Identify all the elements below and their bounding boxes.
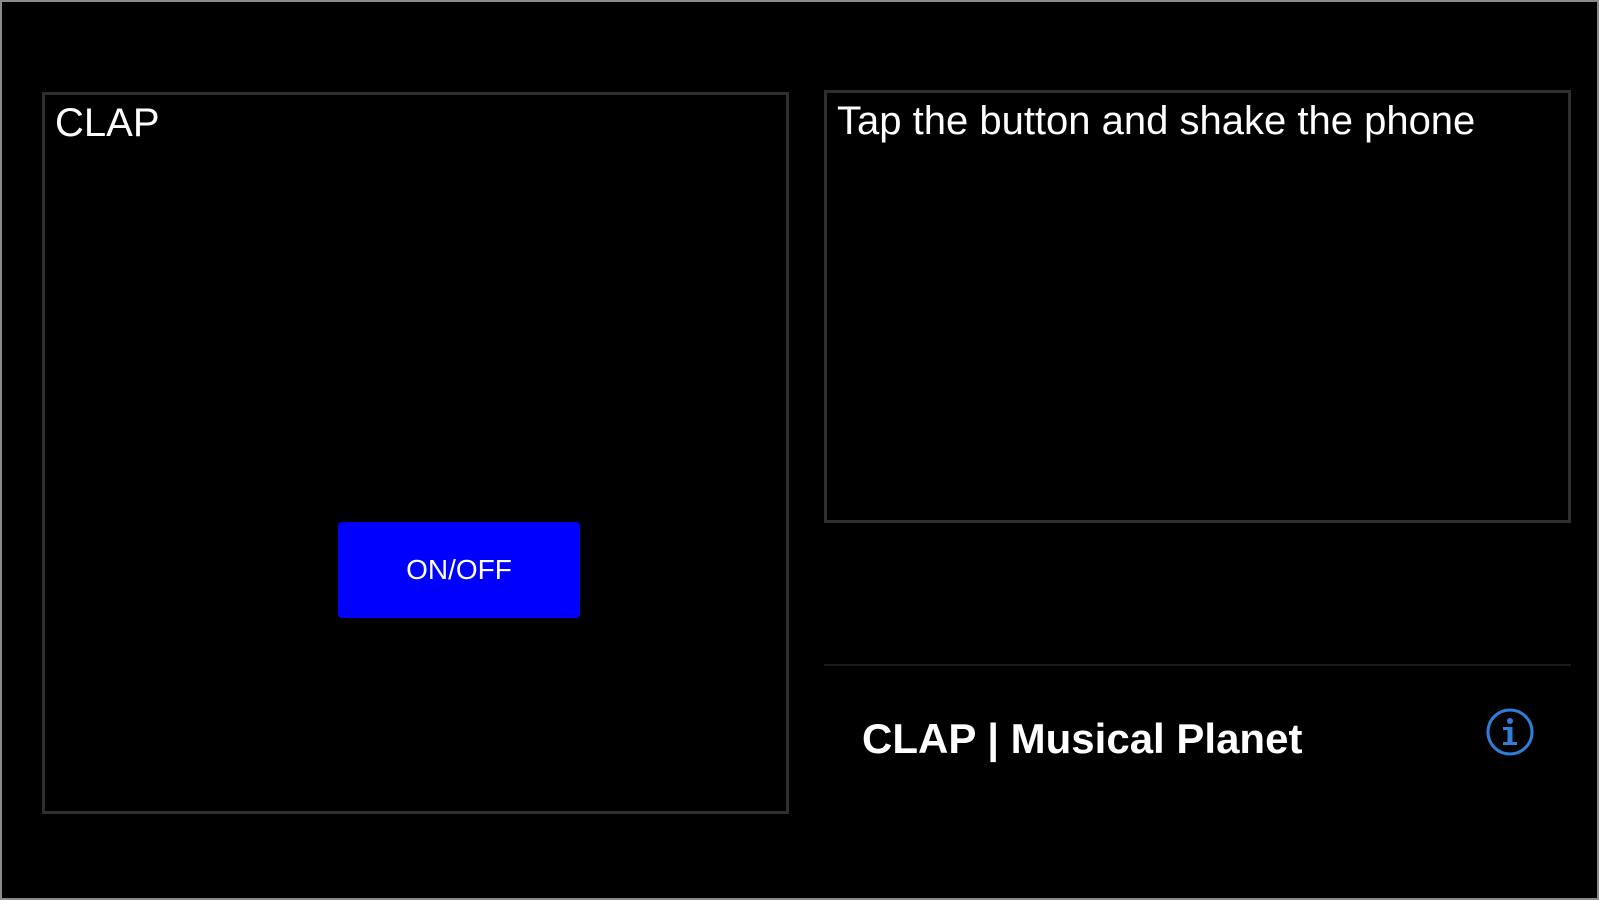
on-off-button[interactable]: ON/OFF [338, 522, 580, 618]
instruction-text: Tap the button and shake the phone [837, 99, 1476, 143]
instruction-panel: Tap the button and shake the phone [824, 90, 1571, 523]
app-title: CLAP | Musical Planet [862, 715, 1303, 762]
footer-divider [824, 664, 1571, 666]
clap-panel-title: CLAP [55, 101, 160, 145]
clap-panel: CLAP ON/OFF [42, 92, 789, 814]
app-frame: CLAP ON/OFF Tap the button and shake the… [0, 0, 1599, 900]
info-icon[interactable] [1485, 707, 1535, 757]
